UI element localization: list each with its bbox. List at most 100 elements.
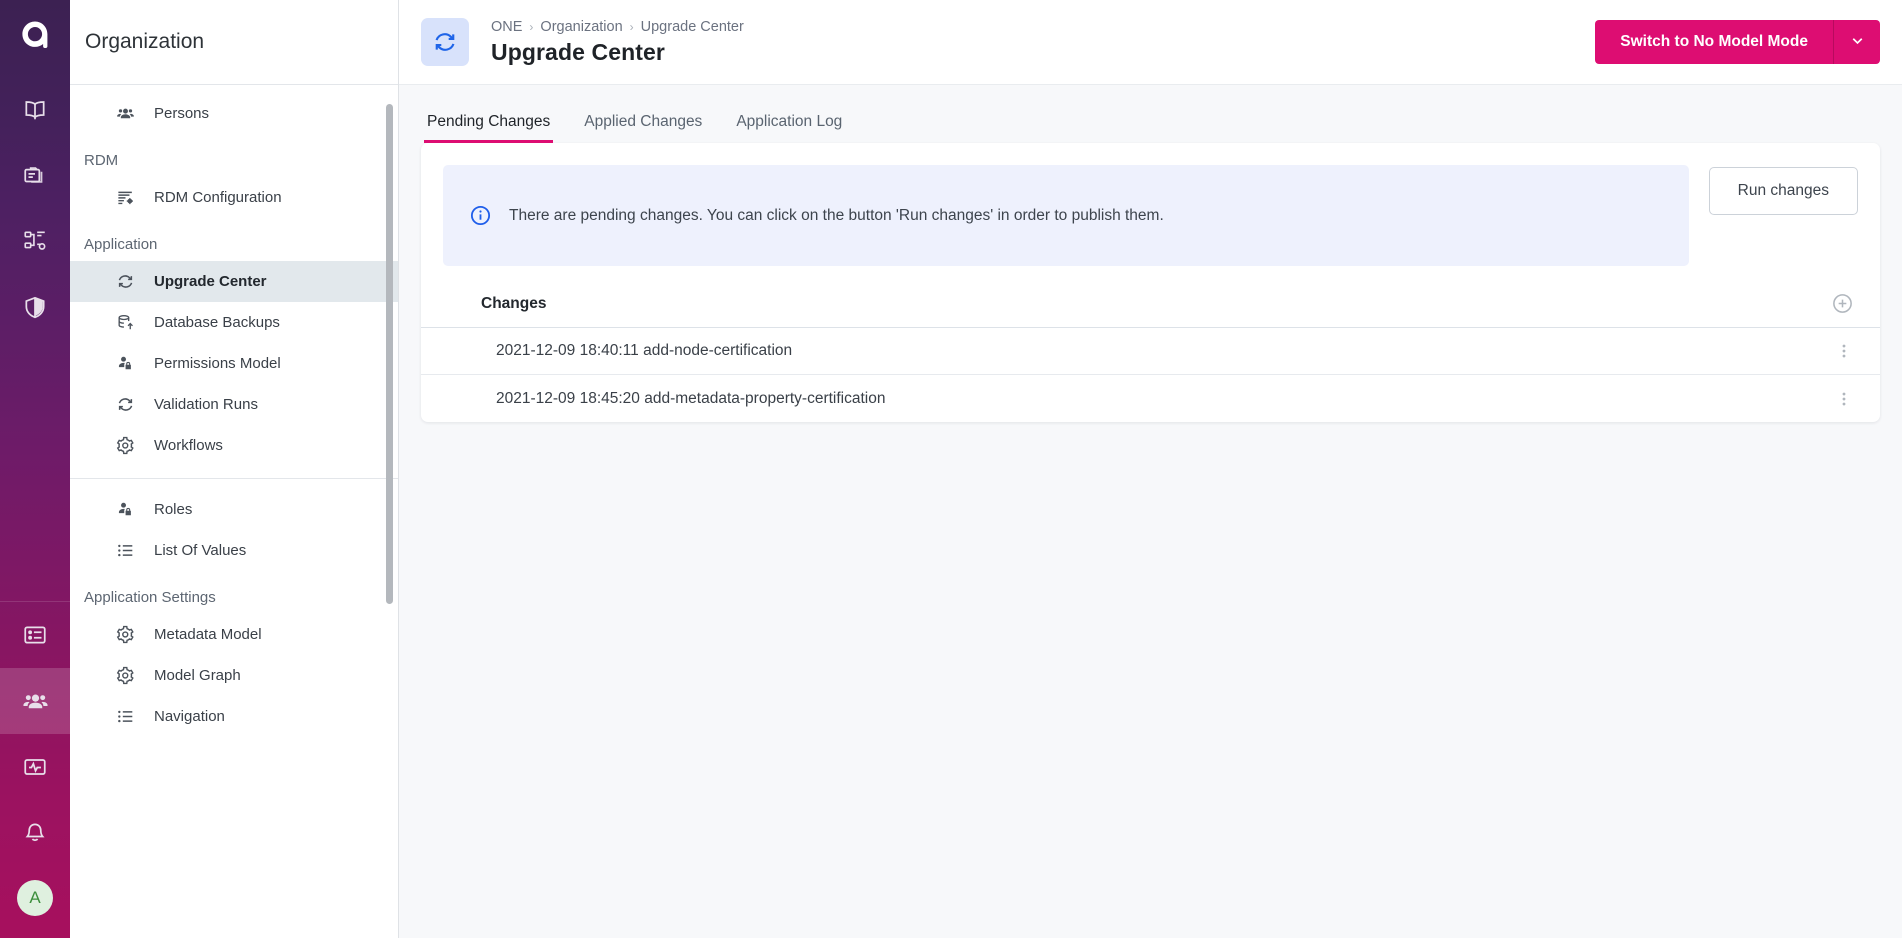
sidebar-item-permissions-model[interactable]: Permissions Model xyxy=(70,343,398,384)
main-area: ONE › Organization › Upgrade Center Upgrade … xyxy=(399,0,1902,938)
app-root: A Organization Persons RDM RDM Configurati… xyxy=(0,0,1902,938)
book-icon xyxy=(22,96,48,122)
page-title-block: ONE › Organization › Upgrade Center Upgrade … xyxy=(491,19,744,66)
breadcrumb-item-upgrade-center: Upgrade Center xyxy=(640,18,744,35)
rail-item-knowledge-catalog[interactable] xyxy=(0,76,70,142)
org-chart-icon xyxy=(22,228,48,254)
change-description: 2021-12-09 18:45:20 add-metadata-propert… xyxy=(496,389,886,407)
rail-item-data-quality[interactable] xyxy=(0,274,70,340)
tab-bar: Pending Changes Applied Changes Applicatio… xyxy=(421,85,1880,143)
folders-icon xyxy=(22,162,48,188)
tab-applied-changes[interactable]: Applied Changes xyxy=(581,113,705,143)
sidebar-item-model-graph[interactable]: Model Graph xyxy=(70,655,398,696)
gear-icon xyxy=(116,436,142,455)
rail-item-model-explorer[interactable] xyxy=(0,208,70,274)
rail-item-data-sources[interactable] xyxy=(0,142,70,208)
sidebar-group-rdm: RDM xyxy=(84,152,119,169)
kebab-menu-icon[interactable] xyxy=(1834,341,1854,361)
chevron-down-icon xyxy=(1849,32,1866,52)
sidebar: Organization Persons RDM RDM Configuration… xyxy=(70,0,399,938)
sidebar-item-label: RDM Configuration xyxy=(154,189,282,206)
rail-item-monitoring[interactable] xyxy=(0,734,70,800)
table-header: Changes xyxy=(421,280,1880,328)
rail-item-notifications[interactable] xyxy=(0,800,70,866)
sidebar-header: Organization xyxy=(70,0,398,85)
gear-icon xyxy=(116,625,142,644)
sidebar-item-upgrade-center[interactable]: Upgrade Center xyxy=(70,261,398,302)
sidebar-item-workflows[interactable]: Workflows xyxy=(70,425,398,466)
sidebar-item-metadata-model[interactable]: Metadata Model xyxy=(70,614,398,655)
plus-circle-icon[interactable] xyxy=(1831,292,1854,315)
sidebar-item-label: Roles xyxy=(154,501,193,518)
rdm-config-icon xyxy=(116,188,142,207)
sidebar-item-label: Model Graph xyxy=(154,667,241,684)
sidebar-item-label: Permissions Model xyxy=(154,355,281,372)
sidebar-item-label: List Of Values xyxy=(154,542,247,559)
sync-icon xyxy=(116,395,142,414)
app-icon-rail: A xyxy=(0,0,70,938)
page-content: Pending Changes Applied Changes Applicatio… xyxy=(399,85,1902,938)
breadcrumb: ONE › Organization › Upgrade Center xyxy=(491,19,744,35)
page-topbar: ONE › Organization › Upgrade Center Upgrade … xyxy=(399,0,1902,85)
sidebar-item-label: Metadata Model xyxy=(154,626,262,643)
sidebar-item-validation-runs[interactable]: Validation Runs xyxy=(70,384,398,425)
list-box-icon xyxy=(22,622,48,648)
database-backup-icon xyxy=(116,313,142,332)
sidebar-item-label: Persons xyxy=(154,105,210,122)
person-lock-icon xyxy=(116,500,142,519)
ataccama-logo[interactable] xyxy=(0,0,70,70)
tab-application-log[interactable]: Application Log xyxy=(733,113,845,143)
page-sync-icon xyxy=(421,18,469,66)
table-row[interactable]: 2021-12-09 18:40:11 add-node-certificati… xyxy=(421,328,1880,375)
table-body: 2021-12-09 18:40:11 add-node-certificati… xyxy=(421,328,1880,422)
rail-item-tasks[interactable] xyxy=(0,602,70,668)
breadcrumb-item-one[interactable]: ONE xyxy=(491,19,522,35)
sidebar-item-label: Navigation xyxy=(154,708,225,725)
sidebar-item-database-backups[interactable]: Database Backups xyxy=(70,302,398,343)
sidebar-item-label: Workflows xyxy=(154,437,223,454)
info-icon xyxy=(469,204,492,227)
sidebar-item-rdm-configuration[interactable]: RDM Configuration xyxy=(70,177,398,218)
info-banner: There are pending changes. You can click… xyxy=(443,165,1689,266)
bullet-list-icon xyxy=(116,541,142,560)
sidebar-item-label: Validation Runs xyxy=(154,396,258,413)
user-avatar[interactable]: A xyxy=(17,880,53,916)
bullet-list-icon xyxy=(116,707,142,726)
sidebar-scrollbar[interactable] xyxy=(386,104,393,604)
bell-icon xyxy=(22,820,48,846)
gear-icon xyxy=(116,666,142,685)
rail-item-organization[interactable] xyxy=(0,668,70,734)
tab-pending-changes[interactable]: Pending Changes xyxy=(424,113,554,143)
page-title: Upgrade Center xyxy=(491,38,665,65)
breadcrumb-item-organization[interactable]: Organization xyxy=(540,19,622,35)
sidebar-item-navigation[interactable]: Navigation xyxy=(70,696,398,737)
info-banner-text: There are pending changes. You can click… xyxy=(509,206,1164,224)
switch-mode-dropdown-button[interactable] xyxy=(1833,20,1880,64)
card-top-section: There are pending changes. You can click… xyxy=(421,143,1880,280)
sidebar-item-roles[interactable]: Roles xyxy=(70,489,398,530)
monitoring-icon xyxy=(22,754,48,780)
sidebar-title: Organization xyxy=(85,30,205,53)
people-icon xyxy=(116,104,142,123)
pending-changes-card: There are pending changes. You can click… xyxy=(421,143,1880,422)
breadcrumb-separator: › xyxy=(529,19,534,34)
run-changes-button[interactable]: Run changes xyxy=(1708,167,1858,215)
sidebar-group-application: Application xyxy=(84,236,158,253)
sidebar-item-label: Database Backups xyxy=(154,314,280,331)
kebab-menu-icon[interactable] xyxy=(1834,389,1854,409)
sidebar-item-label: Upgrade Center xyxy=(154,273,267,290)
table-row[interactable]: 2021-12-09 18:45:20 add-metadata-propert… xyxy=(421,375,1880,422)
switch-mode-split-button: Switch to No Model Mode xyxy=(1595,20,1880,64)
people-icon xyxy=(22,688,49,715)
sidebar-nav: Persons RDM RDM Configuration Application Up… xyxy=(70,85,398,938)
sync-icon xyxy=(116,272,142,291)
person-lock-icon xyxy=(116,354,142,373)
shield-icon xyxy=(22,294,48,320)
sidebar-item-persons[interactable]: Persons xyxy=(70,93,398,134)
table-column-changes: Changes xyxy=(481,294,547,312)
change-description: 2021-12-09 18:40:11 add-node-certificati… xyxy=(496,342,793,359)
breadcrumb-separator: › xyxy=(629,19,634,34)
sidebar-item-list-of-values[interactable]: List Of Values xyxy=(70,530,398,571)
sidebar-group-application-settings: Application Settings xyxy=(84,589,216,606)
switch-to-no-model-mode-button[interactable]: Switch to No Model Mode xyxy=(1595,20,1833,64)
